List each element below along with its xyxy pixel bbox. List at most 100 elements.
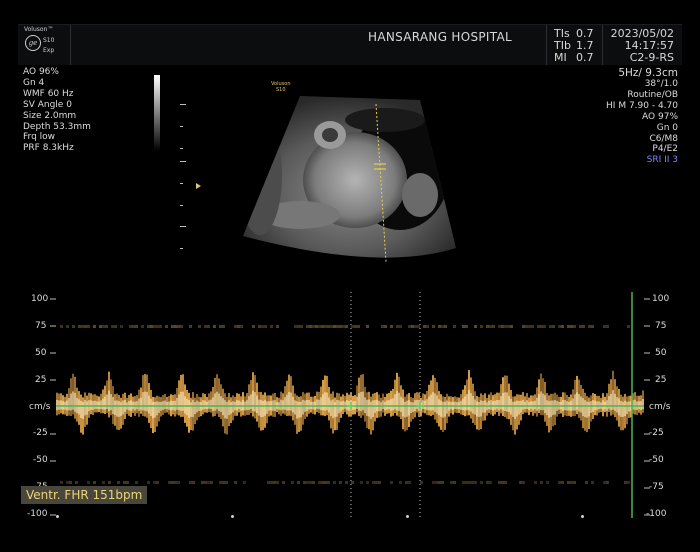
alias-speckle [120,325,123,328]
spectrum-core [104,396,106,410]
alias-speckle [243,481,246,484]
spectrum-core [212,397,214,411]
alias-speckle [303,481,306,484]
spectrum-core [538,394,540,410]
alias-speckle [333,481,336,484]
spectrum-core [470,393,472,412]
spectrum-core [534,400,536,410]
spectrum-core [252,390,254,411]
spectrum-core [194,402,196,415]
alias-speckle [324,481,327,484]
spectrum-core [430,394,432,411]
alias-speckle [147,481,150,484]
alias-speckle [258,325,261,328]
scale-label-left: -25 [33,428,48,438]
alias-speckle [399,481,402,484]
spectrum-core [626,401,628,415]
alias-speckle [465,481,468,484]
alias-speckle [213,325,216,328]
spectrum-core [544,395,546,414]
spectrum-core [618,398,620,416]
alias-speckle [603,481,606,484]
spectrum-core [610,393,612,411]
spectrum-core [464,396,466,411]
spectrum-core [220,396,222,412]
alias-speckle [210,481,213,484]
bmode-image[interactable] [0,0,700,290]
alias-speckle [87,481,90,484]
spectrum-core [622,401,624,417]
alias-speckle [72,325,75,328]
spectrum-core [578,394,580,412]
spectrum-core [584,400,586,418]
spectrum-core [402,398,404,417]
alias-speckle [390,325,393,328]
spectrum-core [554,400,556,415]
spectrum-core [476,401,478,417]
alias-speckle [486,325,489,328]
alias-speckle [180,325,183,328]
alias-speckle [312,325,315,328]
alias-speckle [498,325,501,328]
alias-speckle [414,325,417,328]
alias-speckle [453,481,456,484]
alias-speckle [300,325,303,328]
scale-label-left: 25 [35,375,47,385]
spectrum-core [164,400,166,410]
spectrum-core [390,399,392,411]
alias-speckle [384,325,387,328]
alias-speckle [171,481,174,484]
alias-speckle [150,325,153,328]
alias-speckle [204,481,207,484]
spectrum-core [368,399,370,417]
alias-speckle [129,325,132,328]
spectrum-core [500,396,502,410]
spectrum-core [78,399,80,415]
alias-speckle [504,325,507,328]
spectrum-core [116,400,118,417]
spectrum-core [406,400,408,417]
spectrum-core [190,402,192,417]
time-tick [581,515,584,518]
spectrum-core [580,396,582,413]
alias-speckle [438,325,441,328]
spectrum-core [366,399,368,416]
alias-speckle [465,325,468,328]
alias-speckle [270,325,273,328]
spectrum-core [422,400,424,409]
spectrum-core [466,394,468,411]
spectrum-core [382,400,384,409]
alias-speckle [624,481,627,484]
spectrum-core [144,391,146,411]
alias-speckle [471,481,474,484]
spectrum-core [370,401,372,419]
alias-speckle [480,481,483,484]
ultrasound-screen: Voluson™ ge S10 Exp HANSARANG HOSPITAL T… [0,0,700,552]
alias-speckle [519,481,522,484]
spectrum-core [204,400,206,409]
spectrum-core [148,395,150,414]
alias-speckle [93,325,96,328]
alias-speckle [627,481,630,484]
alias-speckle [330,325,333,328]
alias-speckle [174,325,177,328]
time-tick [231,515,234,518]
spectrum-core [546,400,548,415]
alias-speckle [366,481,369,484]
alias-speckle [552,325,555,328]
spectrum-core [468,389,470,411]
spectrum-core [586,401,588,418]
alias-speckle [411,325,414,328]
alias-speckle [306,481,309,484]
spectrum-core [290,392,292,411]
spectrum-core [550,400,552,417]
spectrum-core [398,392,400,411]
alias-speckle [123,481,126,484]
spectrum-core [192,399,194,418]
spectrum-core [388,400,390,410]
alias-speckle [222,325,225,328]
spectrum-core [98,401,100,409]
spectrum-core [182,391,184,411]
alias-speckle [546,481,549,484]
alias-speckle [489,481,492,484]
